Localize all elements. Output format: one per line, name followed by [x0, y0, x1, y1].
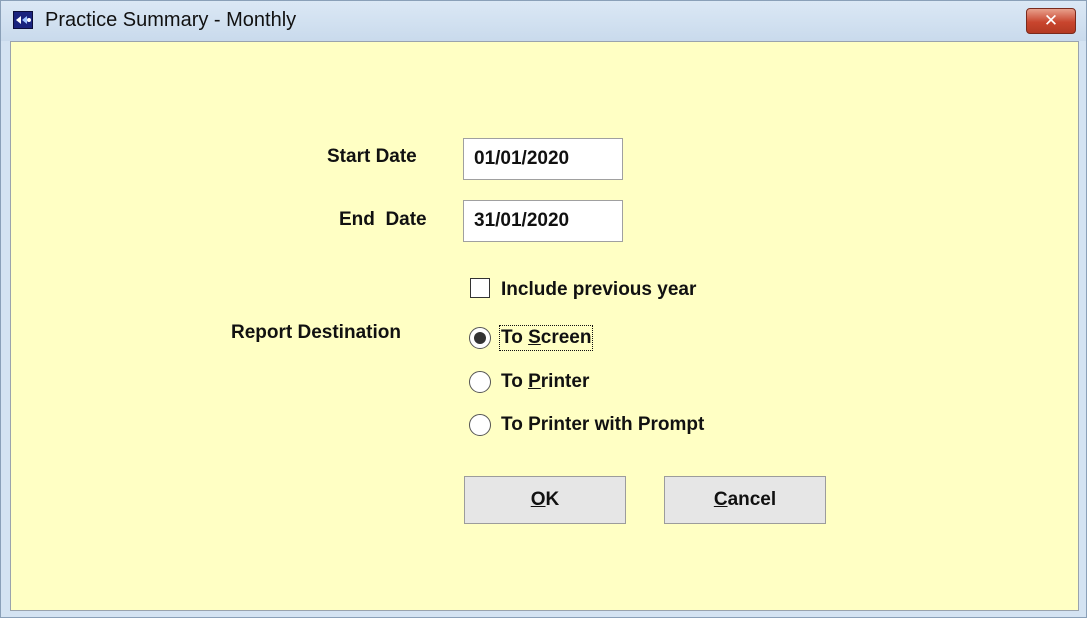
- close-button[interactable]: ✕: [1026, 8, 1076, 34]
- end-date-label: End Date: [339, 209, 427, 230]
- include-previous-year-label[interactable]: Include previous year: [501, 279, 696, 301]
- radio-to-screen[interactable]: [469, 327, 491, 349]
- cancel-button[interactable]: Cancel: [664, 476, 826, 524]
- end-date-field[interactable]: [463, 200, 623, 242]
- to-screen-label[interactable]: To Screen: [498, 325, 594, 351]
- radio-selected-dot: [474, 332, 486, 344]
- app-icon: [13, 11, 33, 29]
- include-previous-year-checkbox[interactable]: [470, 278, 490, 298]
- title-bar[interactable]: Practice Summary - Monthly ✕: [1, 1, 1086, 41]
- to-printer-label[interactable]: To Printer: [501, 371, 589, 393]
- ok-button[interactable]: OK: [464, 476, 626, 524]
- radio-to-printer-with-prompt[interactable]: [469, 414, 491, 436]
- start-date-field[interactable]: [463, 138, 623, 180]
- to-printer-with-prompt-label[interactable]: To Printer with Prompt: [501, 414, 704, 436]
- window-title: Practice Summary - Monthly: [45, 9, 297, 31]
- radio-to-printer[interactable]: [469, 371, 491, 393]
- dialog-window: Practice Summary - Monthly ✕ Start Date …: [0, 0, 1087, 618]
- report-destination-label: Report Destination: [231, 322, 401, 343]
- dialog-body: Start Date End Date Include previous yea…: [10, 41, 1079, 611]
- start-date-label: Start Date: [327, 146, 417, 167]
- close-icon: ✕: [1043, 11, 1059, 30]
